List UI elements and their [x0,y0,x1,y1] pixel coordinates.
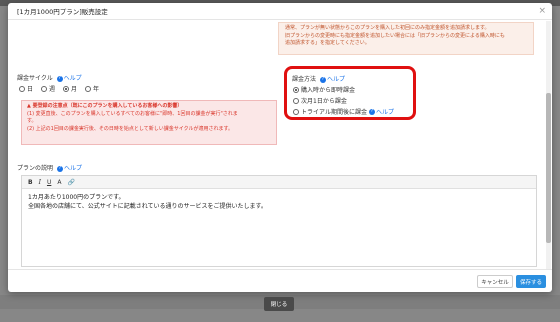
plan-description-editor[interactable]: B I U A 🔗 1カ月あたり1000円のプランです。 全国各地の店舗にて、公… [21,175,537,267]
description-line: 全国各地の店舗にて、公式サイトに記載されている通りのサービスをご提供いたします。 [28,203,267,210]
info-line: 追加請求する」を指定してください。 [285,40,370,46]
italic-button[interactable]: I [39,179,41,186]
billing-cycle-options: 日 週 月 年 [19,84,107,93]
billing-method-highlight [284,66,416,120]
modal-header: [1カ月1000円プラン]販売設定 × [8,3,552,20]
modal-body: 通常、プランが無い状態からこのプランを購入した初回にのみ指定金額を追加請求します… [8,21,546,269]
plan-description-label-group: プランの説明 ? ヘルプ [17,163,82,172]
editor-toolbar: B I U A 🔗 [22,176,536,189]
warning-line: (1) 変更直後、このプランを購入しているすべてのお客様に"即時、1回目の課金が… [27,110,238,117]
description-line: 1カ月あたり1000円のプランです。 [28,194,125,201]
modal-title: [1カ月1000円プラン]販売設定 [17,8,108,16]
radio-icon[interactable] [19,85,25,92]
bold-button[interactable]: B [28,179,33,186]
plan-description-label: プランの説明 [17,165,54,172]
billing-cycle-option-day[interactable]: 日 [19,84,33,93]
save-button[interactable]: 保存する [516,275,546,288]
billing-cycle-option-month[interactable]: 月 [63,84,77,93]
close-icon[interactable]: × [538,7,546,16]
font-color-button[interactable]: A [57,179,61,186]
initial-charge-note: 通常、プランが無い状態からこのプランを購入した初回にのみ指定金額を追加請求します… [278,22,534,55]
billing-cycle-label: 課金サイクル [17,75,53,82]
warning-line: す。 [27,118,37,124]
cancel-button[interactable]: キャンセル [477,275,513,288]
billing-cycle-help-link[interactable]: ヘルプ [64,75,82,82]
warning-title: ▲ 要登録の注意点（既にこのプランを購入しているお客様への影響） [27,103,183,109]
help-icon[interactable]: ? [56,165,63,172]
plan-description-help-link[interactable]: ヘルプ [64,165,82,172]
radio-selected-icon[interactable] [63,85,70,92]
billing-change-warning: ▲ 要登録の注意点（既にこのプランを購入しているお客様への影響） (1) 変更直… [21,100,277,145]
billing-cycle-option-year[interactable]: 年 [85,84,99,93]
info-line: 旧プランからの変更時にも指定金額を追加したい場合には「旧プランからの変更による購… [285,32,505,39]
radio-icon[interactable] [85,85,92,92]
editor-content[interactable]: 1カ月あたり1000円のプランです。 全国各地の店舗にて、公式サイトに記載されて… [22,189,536,215]
warning-line: (2) 上記の1回目の課金実行後、その日時を始点として新しい課金サイクルが適用さ… [27,125,233,132]
help-icon[interactable]: ? [56,75,63,82]
billing-cycle-option-week[interactable]: 週 [41,84,55,93]
scrollbar-thumb[interactable] [546,93,551,243]
sales-settings-modal: [1カ月1000円プラン]販売設定 × 通常、プランが無い状態からこのプランを購… [8,3,552,292]
billing-cycle-label-group: 課金サイクル ? ヘルプ [17,73,82,82]
radio-icon[interactable] [41,85,48,92]
link-icon[interactable]: 🔗 [67,179,74,186]
modal-scrollbar[interactable] [546,21,551,269]
background-close-button[interactable]: 閉じる [264,297,294,311]
modal-footer: キャンセル 保存する [8,269,552,292]
info-line: 通常、プランが無い状態からこのプランを購入した初回にのみ指定金額を追加請求します… [285,25,490,31]
underline-button[interactable]: U [47,179,51,186]
